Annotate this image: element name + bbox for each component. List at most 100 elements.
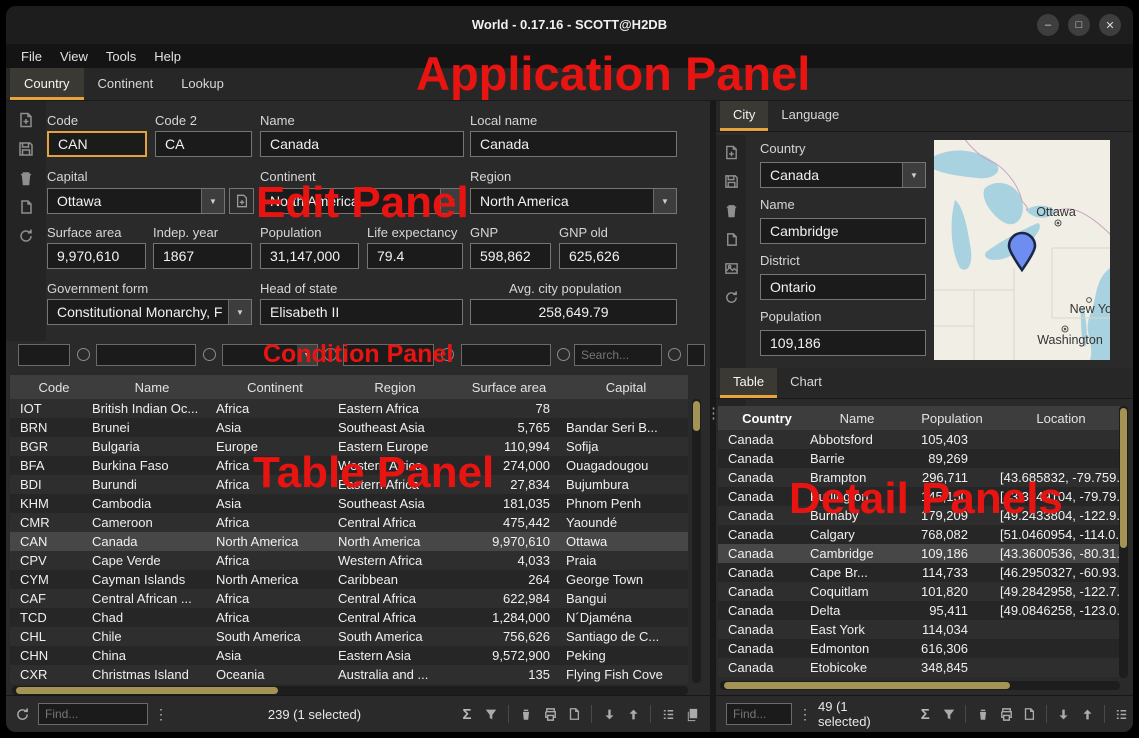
more-options-icon[interactable]: ⋮ <box>792 706 818 723</box>
vertical-scrollbar[interactable] <box>1119 406 1128 678</box>
table-row[interactable]: CanadaAbbotsford105,403 <box>718 430 1124 449</box>
condition-toggle-icon[interactable] <box>668 348 681 361</box>
column-header[interactable]: Name <box>90 380 214 395</box>
table-row[interactable]: CPVCape VerdeAfricaWestern Africa4,033Pr… <box>10 551 688 570</box>
tab-lookup[interactable]: Lookup <box>167 68 238 100</box>
delete-icon[interactable] <box>514 704 538 724</box>
table-row[interactable]: CanadaCambridge109,186[43.3600536, -80.3… <box>718 544 1124 563</box>
chevron-down-icon[interactable]: ▼ <box>653 189 676 213</box>
menu-view[interactable]: View <box>51 49 97 64</box>
delete-icon[interactable] <box>722 201 740 219</box>
surface-area-field[interactable] <box>47 243 146 269</box>
arrow-up-icon[interactable] <box>621 704 645 724</box>
table-row[interactable]: CanadaEdmonton616,306 <box>718 639 1124 658</box>
filter-icon[interactable] <box>937 704 960 724</box>
column-header[interactable]: Country <box>726 411 808 426</box>
table-row[interactable]: CXRChristmas IslandOceaniaAustralia and … <box>10 665 688 684</box>
condition-code-field[interactable] <box>18 344 70 366</box>
tab-continent[interactable]: Continent <box>84 68 168 100</box>
minimize-button[interactable]: – <box>1037 14 1059 36</box>
condition-surface-field[interactable] <box>461 344 551 366</box>
column-header[interactable]: Surface area <box>454 380 564 395</box>
column-header[interactable]: Population <box>906 411 998 426</box>
gnp-old-field[interactable] <box>559 243 677 269</box>
local-name-field[interactable] <box>470 131 677 157</box>
table-row[interactable]: CanadaEast York114,034 <box>718 620 1124 639</box>
table-row[interactable]: BRNBruneiAsiaSoutheast Asia5,765Bandar S… <box>10 418 688 437</box>
refresh-icon[interactable] <box>722 288 740 306</box>
table-row[interactable]: CAFCentral African ...AfricaCentral Afri… <box>10 589 688 608</box>
image-icon[interactable] <box>722 259 740 277</box>
condition-extra-field[interactable] <box>687 344 705 366</box>
indep-year-field[interactable] <box>153 243 252 269</box>
city-table-header[interactable]: Country Name Population Location <box>718 406 1124 430</box>
scrollbar-thumb[interactable] <box>16 687 278 694</box>
chevron-down-icon[interactable]: ▼ <box>902 163 925 187</box>
code2-field[interactable] <box>155 131 252 157</box>
condition-toggle-icon[interactable] <box>77 348 90 361</box>
column-header[interactable]: Location <box>998 411 1124 426</box>
tab-table[interactable]: Table <box>720 368 777 398</box>
delete-icon[interactable] <box>17 169 35 187</box>
table-row[interactable]: CanadaCoquitlam101,820[49.2842958, -122.… <box>718 582 1124 601</box>
table-row[interactable]: CanadaCape Br...114,733[46.2950327, -60.… <box>718 563 1124 582</box>
splitter-handle-icon[interactable]: ⋮ <box>706 401 720 427</box>
population-field[interactable] <box>260 243 359 269</box>
government-form-combo[interactable]: Constitutional Monarchy, F ▼ <box>47 299 252 325</box>
save-icon[interactable] <box>17 140 35 158</box>
table-row[interactable]: CanadaBarrie89,269 <box>718 449 1124 468</box>
refresh-icon[interactable] <box>10 704 34 724</box>
city-map[interactable]: Ottawa New Yo Washington <box>934 140 1110 360</box>
menu-file[interactable]: File <box>12 49 51 64</box>
tab-chart[interactable]: Chart <box>777 368 835 398</box>
list-view-icon[interactable] <box>1110 704 1133 724</box>
table-row[interactable]: CYMCayman IslandsNorth AmericaCaribbean2… <box>10 570 688 589</box>
filter-icon[interactable] <box>479 704 503 724</box>
print-icon[interactable] <box>538 704 562 724</box>
column-header[interactable]: Capital <box>564 380 688 395</box>
menu-tools[interactable]: Tools <box>97 49 145 64</box>
avg-city-population-field[interactable] <box>470 299 677 325</box>
table-row[interactable]: CMRCameroonAfricaCentral Africa475,442Ya… <box>10 513 688 532</box>
city-district-field[interactable] <box>760 274 926 300</box>
horizontal-scrollbar[interactable] <box>720 681 1120 690</box>
condition-name-field[interactable] <box>96 344 196 366</box>
document-icon[interactable] <box>562 704 586 724</box>
menu-help[interactable]: Help <box>145 49 190 64</box>
country-table-header[interactable]: Code Name Continent Region Surface area … <box>10 375 688 399</box>
table-row[interactable]: CanadaDelta95,411[49.0846258, -123.0... <box>718 601 1124 620</box>
column-header[interactable]: Region <box>336 380 454 395</box>
tab-language[interactable]: Language <box>768 101 852 131</box>
condition-toggle-icon[interactable] <box>203 348 216 361</box>
new-record-icon[interactable] <box>722 143 740 161</box>
capital-combo[interactable]: Ottawa ▼ <box>47 188 225 214</box>
save-icon[interactable] <box>722 172 740 190</box>
title-bar[interactable]: World - 0.17.16 - SCOTT@H2DB – □ ✕ <box>6 6 1133 44</box>
scrollbar-thumb[interactable] <box>724 682 1010 689</box>
document-icon[interactable] <box>1018 704 1041 724</box>
search-input[interactable] <box>574 344 662 366</box>
condition-toggle-icon[interactable] <box>557 348 570 361</box>
scrollbar-thumb[interactable] <box>1120 408 1127 548</box>
copy-icon[interactable] <box>722 230 740 248</box>
arrow-up-icon[interactable] <box>1075 704 1098 724</box>
aggregate-icon[interactable]: Σ <box>455 704 479 724</box>
print-icon[interactable] <box>994 704 1017 724</box>
find-input[interactable] <box>38 703 148 725</box>
scrollbar-thumb[interactable] <box>693 401 700 431</box>
city-country-combo[interactable]: Canada ▼ <box>760 162 926 188</box>
copy-icon[interactable] <box>17 198 35 216</box>
city-population-field[interactable] <box>760 330 926 356</box>
table-row[interactable]: CHLChileSouth AmericaSouth America756,62… <box>10 627 688 646</box>
table-row[interactable]: CANCanadaNorth AmericaNorth America9,970… <box>10 532 688 551</box>
arrow-down-icon[interactable] <box>1052 704 1075 724</box>
horizontal-scrollbar[interactable] <box>12 686 688 695</box>
column-header[interactable]: Name <box>808 411 906 426</box>
chevron-down-icon[interactable]: ▼ <box>228 300 251 324</box>
life-expectancy-field[interactable] <box>367 243 463 269</box>
new-record-icon[interactable] <box>17 111 35 129</box>
vertical-scrollbar[interactable] <box>692 399 701 683</box>
copies-icon[interactable] <box>680 704 704 724</box>
close-button[interactable]: ✕ <box>1099 14 1121 36</box>
chevron-down-icon[interactable]: ▼ <box>201 189 224 213</box>
